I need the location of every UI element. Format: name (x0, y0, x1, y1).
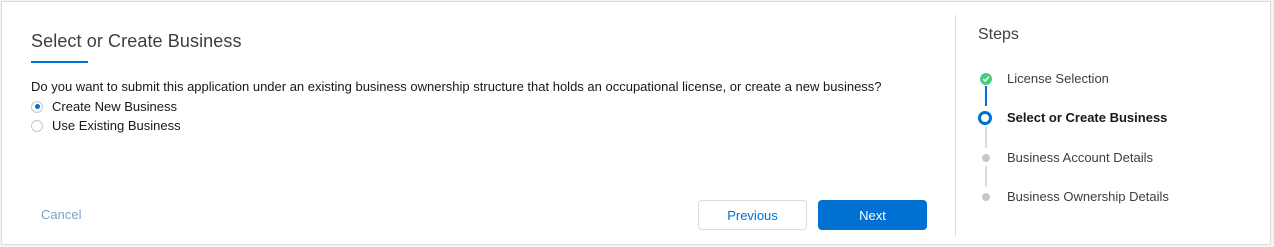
step-label: License Selection (1007, 71, 1109, 86)
page-title: Select or Create Business (31, 31, 242, 51)
option-use-existing-business[interactable]: Use Existing Business (31, 118, 181, 133)
pending-step-icon (982, 193, 990, 201)
form-section: Select or Create Business Do you want to… (2, 2, 955, 244)
pending-step-icon (982, 154, 990, 162)
option-create-new-business[interactable]: Create New Business (31, 99, 177, 114)
step-business-account-details: Business Account Details (956, 148, 1256, 168)
create-new-business-label: Create New Business (52, 99, 177, 114)
current-step-icon (978, 111, 992, 125)
step-connector-pending (985, 166, 987, 187)
step-connector-complete (985, 86, 987, 106)
check-icon (980, 73, 992, 85)
steps-panel: Steps License Selection Select or Create… (956, 2, 1272, 244)
next-button[interactable]: Next (818, 200, 927, 230)
step-label: Business Account Details (1007, 150, 1153, 165)
step-select-or-create-business: Select or Create Business (956, 108, 1256, 128)
business-question: Do you want to submit this application u… (31, 79, 882, 94)
create-new-business-radio[interactable] (31, 100, 43, 113)
step-license-selection: License Selection (956, 69, 1256, 89)
cancel-button[interactable]: Cancel (41, 207, 81, 222)
application-card: Select or Create Business Do you want to… (1, 1, 1271, 245)
previous-button[interactable]: Previous (698, 200, 807, 230)
step-label: Business Ownership Details (1007, 189, 1169, 204)
use-existing-business-radio[interactable] (31, 119, 43, 132)
step-label: Select or Create Business (1007, 110, 1168, 125)
title-underline (31, 61, 88, 63)
steps-title: Steps (978, 26, 1019, 43)
step-connector-pending (985, 127, 987, 148)
step-business-ownership-details: Business Ownership Details (956, 187, 1256, 207)
use-existing-business-label: Use Existing Business (52, 118, 181, 133)
